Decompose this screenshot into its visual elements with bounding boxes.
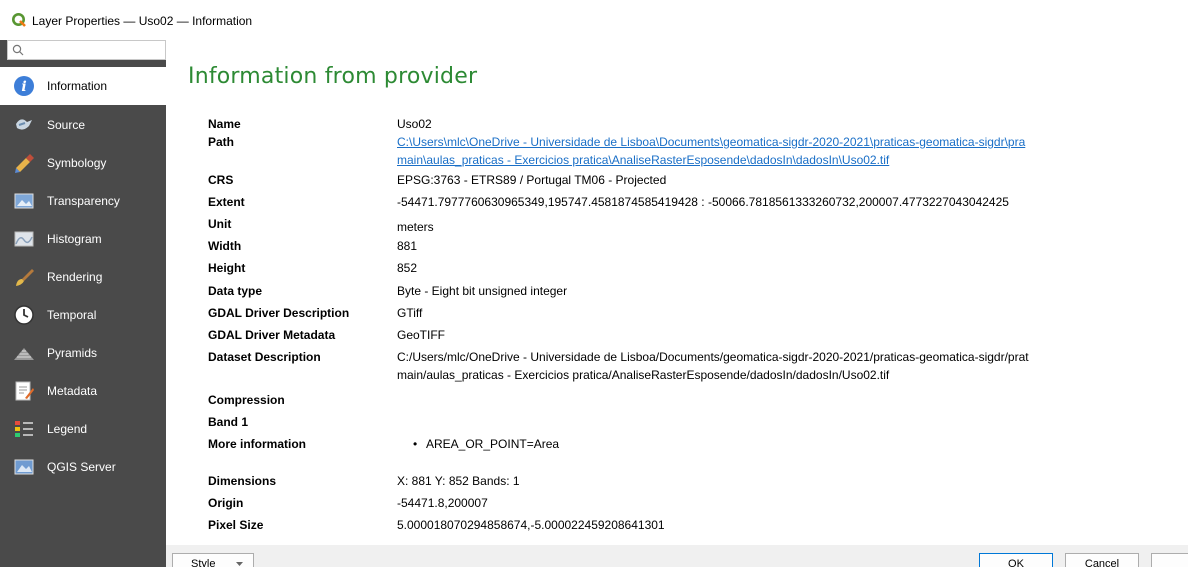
histogram-icon xyxy=(11,226,37,252)
information-panel: Information from provider Name Uso02 Pat… xyxy=(166,40,1188,545)
sidebar-item-label: Metadata xyxy=(47,384,98,398)
info-key: Dimensions xyxy=(208,474,277,488)
ok-button[interactable]: OK xyxy=(979,553,1053,567)
sidebar-item-label: Histogram xyxy=(47,232,102,246)
title-bar: Layer Properties — Uso02 — Information xyxy=(0,0,1188,40)
pyramids-icon xyxy=(11,340,37,366)
info-key: Band 1 xyxy=(208,415,249,429)
info-value: 881 xyxy=(397,239,418,253)
qgis-server-icon xyxy=(11,454,37,480)
info-key: Compression xyxy=(208,393,285,407)
sidebar-item-symbology[interactable]: Symbology xyxy=(0,144,166,182)
temporal-icon xyxy=(11,302,37,328)
sidebar-item-pyramids[interactable]: Pyramids xyxy=(0,334,166,372)
information-icon: i xyxy=(11,73,37,99)
info-value: GeoTIFF xyxy=(397,328,446,342)
info-key: GDAL Driver Metadata xyxy=(208,328,336,342)
style-dropdown-button[interactable]: Style xyxy=(172,553,254,567)
sidebar-item-label: Temporal xyxy=(47,308,97,322)
info-value: -54471.7977760630965349,195747.458187458… xyxy=(397,195,1009,209)
transparency-icon xyxy=(11,188,37,214)
info-key: Extent xyxy=(208,195,245,209)
info-key: Origin xyxy=(208,496,244,510)
info-key: Unit xyxy=(208,217,232,231)
sidebar-item-label: Transparency xyxy=(47,194,120,208)
info-value-continued: main/aulas_praticas - Exercicios pratica… xyxy=(397,368,890,382)
metadata-icon xyxy=(11,378,37,404)
info-value: X: 881 Y: 852 Bands: 1 xyxy=(397,474,520,488)
cancel-button[interactable]: Cancel xyxy=(1065,553,1139,567)
sidebar-item-information[interactable]: i Information xyxy=(0,67,166,105)
info-value: 852 xyxy=(397,261,418,275)
info-value: EPSG:3763 - ETRS89 / Portugal TM06 - Pro… xyxy=(397,173,667,187)
info-value: Byte - Eight bit unsigned integer xyxy=(397,284,568,298)
sidebar-item-label: Source xyxy=(47,118,86,132)
sidebar: i Information Source Symbology Transpare… xyxy=(0,40,166,567)
info-key: Name xyxy=(208,117,241,131)
sidebar-item-transparency[interactable]: Transparency xyxy=(0,182,166,220)
legend-icon xyxy=(11,416,37,442)
info-value: AREA_OR_POINT=Area xyxy=(426,437,560,451)
path-link[interactable]: C:\Users\mlc\OneDrive - Universidade de … xyxy=(397,135,1025,149)
info-key: Path xyxy=(208,135,235,149)
sidebar-item-qgis-server[interactable]: QGIS Server xyxy=(0,448,166,486)
source-icon xyxy=(11,112,37,138)
info-value: meters xyxy=(397,220,434,234)
info-value: Uso02 xyxy=(397,117,432,131)
window-title: Layer Properties — Uso02 — Information xyxy=(32,14,253,28)
svg-text:i: i xyxy=(21,79,26,95)
apply-button-partial[interactable] xyxy=(1151,553,1188,567)
info-key: Pixel Size xyxy=(208,518,264,532)
rendering-icon xyxy=(11,264,37,290)
symbology-icon xyxy=(11,150,37,176)
bullet-icon: • xyxy=(413,437,418,451)
sidebar-search-input[interactable] xyxy=(7,40,166,60)
path-link-continued[interactable]: main\aulas_praticas - Exercicios pratica… xyxy=(397,153,889,167)
info-value: -54471.8,200007 xyxy=(397,496,488,510)
sidebar-item-histogram[interactable]: Histogram xyxy=(0,220,166,258)
sidebar-item-label: Legend xyxy=(47,422,88,436)
info-key: Dataset Description xyxy=(208,350,321,364)
page-title: Information from provider xyxy=(188,64,478,89)
sidebar-item-temporal[interactable]: Temporal xyxy=(0,296,166,334)
sidebar-item-label: Rendering xyxy=(47,270,103,284)
sidebar-item-label: Symbology xyxy=(47,156,107,170)
sidebar-item-label: Pyramids xyxy=(47,346,98,360)
info-key: CRS xyxy=(208,173,234,187)
info-key: Height xyxy=(208,261,246,275)
sidebar-item-label: QGIS Server xyxy=(47,460,116,474)
search-icon xyxy=(12,44,24,56)
info-value: 5.000018070294858674,-5.0000224592086413… xyxy=(397,518,665,532)
sidebar-item-legend[interactable]: Legend xyxy=(0,410,166,448)
info-key: More information xyxy=(208,437,306,451)
sidebar-item-label: Information xyxy=(47,79,108,93)
qgis-logo-icon xyxy=(12,13,26,27)
sidebar-item-metadata[interactable]: Metadata xyxy=(0,372,166,410)
info-key: Width xyxy=(208,239,242,253)
info-key: Data type xyxy=(208,284,263,298)
info-key: GDAL Driver Description xyxy=(208,306,350,320)
chevron-down-icon xyxy=(236,562,243,566)
style-button-label: Style xyxy=(191,558,216,567)
dialog-button-bar: Style OK Cancel xyxy=(166,545,1188,567)
info-value: C:/Users/mlc/OneDrive - Universidade de … xyxy=(397,350,1029,364)
sidebar-item-source[interactable]: Source xyxy=(0,106,166,144)
info-value: GTiff xyxy=(397,306,423,320)
sidebar-item-rendering[interactable]: Rendering xyxy=(0,258,166,296)
